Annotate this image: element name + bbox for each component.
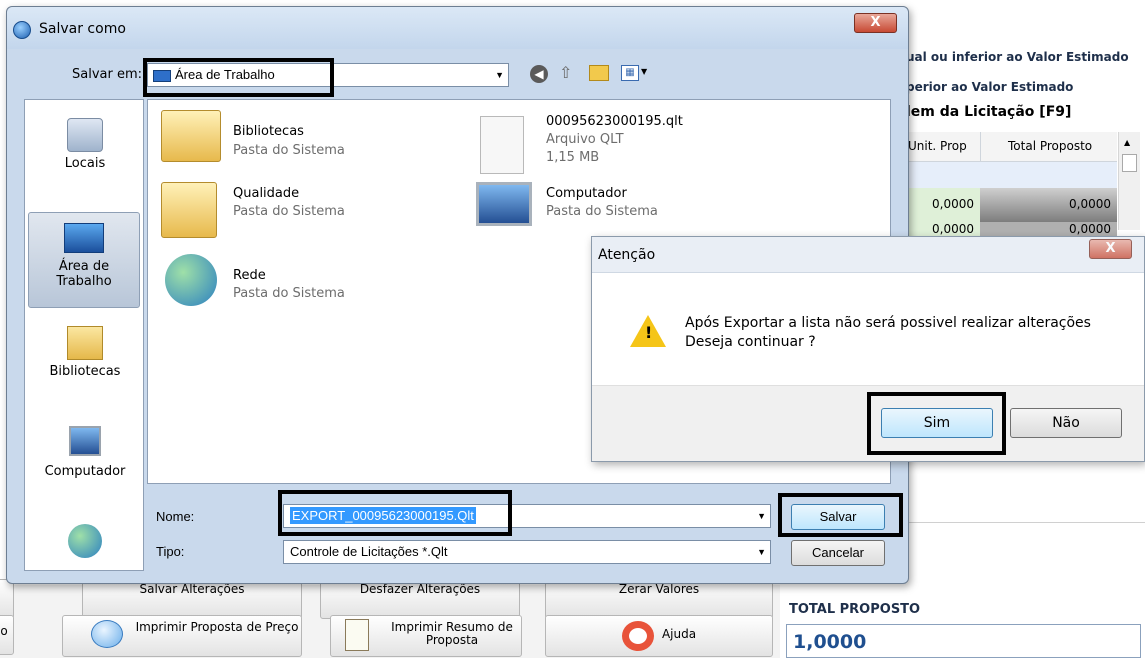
grid-cell: 0,0000 [980,222,1117,236]
places-bar: Locais Área de Trabalho Bibliotecas Comp… [24,99,144,571]
table-row[interactable]: 0,0000 0,0000 [900,222,1117,236]
folder-icon [161,110,221,162]
print-summary-button[interactable]: Imprimir Resumo de Proposta [330,615,522,657]
confirm-dialog-titlebar[interactable]: Atenção X [592,237,1144,273]
total-proposto-value: 1,0000 [786,624,1141,658]
back-icon[interactable]: ◀ [530,65,548,83]
grid-vertical-scrollbar[interactable]: ▲ [1118,132,1140,230]
close-icon[interactable]: X [854,13,897,33]
place-label: Bibliotecas [49,364,121,379]
grid-cell: 0,0000 [932,197,974,211]
background-filter-line-1: ual ou inferior ao Valor Estimado [906,50,1129,64]
computer-icon [69,426,101,456]
grid-header-total-proposto: Total Proposto [1008,139,1093,153]
zero-values-button[interactable]: Zerar Valores [545,579,773,619]
save-in-label: Salvar em: [72,67,143,82]
lifebuoy-icon [622,621,654,651]
view-menu-icon[interactable]: ▦ [621,65,639,81]
name-label: Nome: [156,509,195,524]
place-label: Área de Trabalho [56,259,112,289]
place-area-de-trabalho[interactable]: Área de Trabalho [28,212,140,308]
new-folder-icon[interactable] [589,65,609,81]
undo-changes-label: Desfazer Alterações [359,582,481,596]
speech-bubble-icon [91,620,123,648]
place-rede[interactable] [25,524,145,558]
confirm-message-line-2: Deseja continuar ? [685,334,816,350]
grid-header-unit-prop: Unit. Prop [908,139,967,153]
grid-cell: 0,0000 [980,188,1117,222]
cancel-button[interactable]: Cancelar [791,540,885,566]
scroll-thumb[interactable] [1122,154,1137,172]
network-globe-icon [165,254,217,306]
background-grid-header: Unit. Prop Total Proposto [900,132,1117,162]
divider [900,522,1145,523]
place-locais[interactable]: Locais [25,118,145,171]
confirm-message-line-1: Após Exportar a lista não será possivel … [685,315,1091,331]
libraries-icon [67,326,103,360]
user-folder-icon [161,182,217,238]
save-dialog-title: Salvar como [39,21,126,37]
file-icon [480,116,524,174]
up-folder-icon[interactable]: ⇧ [559,63,572,82]
highlight-frame [143,58,334,97]
help-label: Ajuda [661,627,697,641]
grid-cell: 0,0000 [932,222,974,236]
chevron-down-icon[interactable]: ▼ [757,541,766,563]
background-section-title: lem da Licitação [F9] [906,104,1072,120]
background-toolbar: Salvar Alterações Desfazer Alterações Ze… [0,579,780,658]
partial-left-button[interactable]: o [0,615,14,655]
total-proposto-label: TOTAL PROPOSTO [789,602,921,617]
no-button[interactable]: Não [1010,408,1122,438]
print-summary-label: Imprimir Resumo de Proposta [391,620,513,648]
table-row[interactable]: 0,0000 0,0000 [900,188,1117,222]
highlight-frame [778,493,903,537]
close-icon[interactable]: X [1089,239,1132,259]
place-label: Computador [44,464,126,479]
save-changes-label: Salvar Alterações [139,582,245,596]
highlight-frame [278,490,512,536]
grid-empty-row [900,162,1117,188]
save-dialog-titlebar[interactable]: Salvar como X [7,7,908,49]
highlight-frame [867,392,1006,455]
chevron-down-icon[interactable]: ▼ [641,67,647,76]
help-button[interactable]: Ajuda [545,615,773,657]
app-logo-icon [13,21,31,39]
undo-changes-button[interactable]: Desfazer Alterações [320,579,520,619]
save-changes-button[interactable]: Salvar Alterações [82,579,302,619]
place-computador[interactable]: Computador [25,426,145,479]
confirm-dialog: Atenção X ! Após Exportar a lista não se… [591,236,1145,462]
print-price-proposal-label: Imprimir Proposta de Preço [135,620,299,634]
clipboard-icon [345,619,369,651]
zero-values-label: Zerar Valores [618,582,700,596]
recent-places-icon [67,118,103,152]
file-type-value: Controle de Licitações *.Qlt [290,544,448,559]
chevron-down-icon[interactable]: ▼ [757,505,766,527]
desktop-icon [64,223,104,253]
place-label: Locais [64,156,106,171]
type-label: Tipo: [156,544,185,559]
computer-icon [476,182,532,226]
confirm-dialog-title: Atenção [598,247,656,263]
file-type-select[interactable]: Controle de Licitações *.Qlt ▼ [283,540,771,564]
scroll-up-arrow-icon[interactable]: ▲ [1124,138,1130,147]
network-globe-icon [68,524,102,558]
print-price-proposal-button[interactable]: Imprimir Proposta de Preço [62,615,302,657]
chevron-down-icon[interactable]: ▼ [495,64,504,86]
background-filter-line-2: perior ao Valor Estimado [906,80,1074,94]
place-bibliotecas[interactable]: Bibliotecas [25,326,145,379]
